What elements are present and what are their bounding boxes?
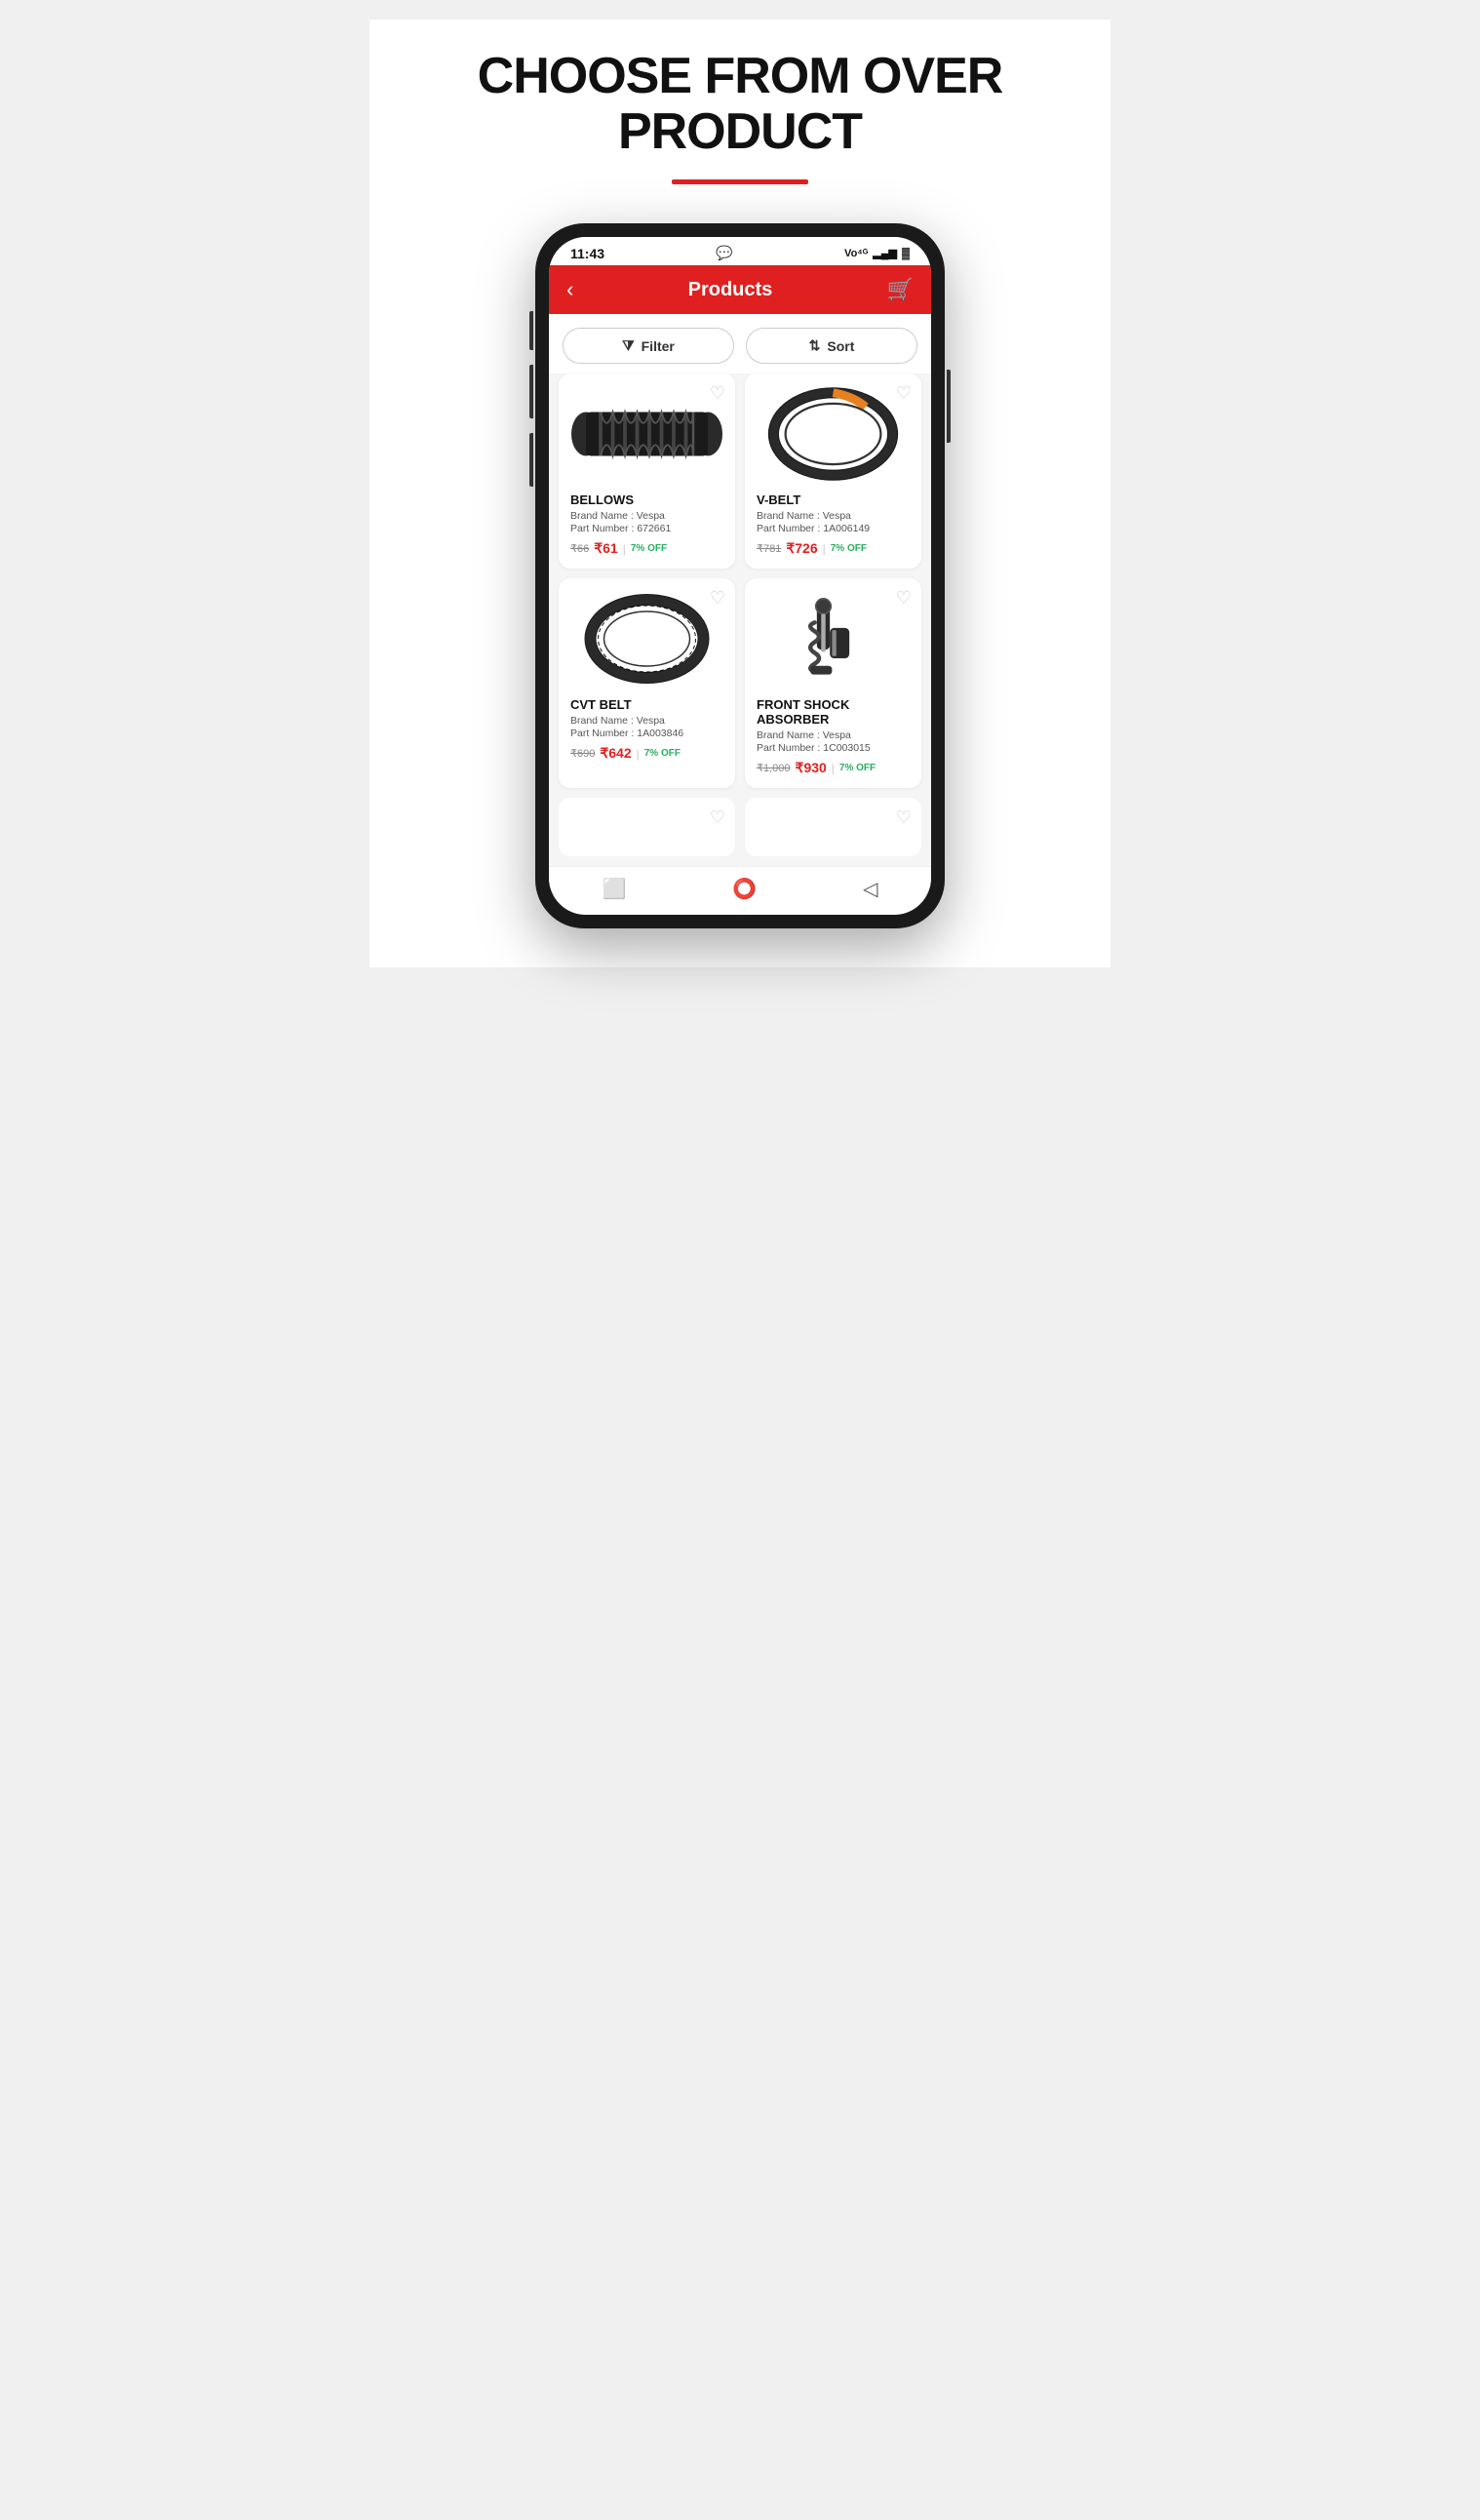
product-name-bellows: BELLOWS	[570, 492, 723, 507]
frontshock-svg	[757, 590, 910, 688]
product-brand-cvtbelt: Brand Name : Vespa	[570, 715, 723, 727]
battery-icon: ▓	[902, 248, 910, 259]
wishlist-icon-bellows[interactable]: ♡	[710, 383, 725, 404]
product-card-frontshock[interactable]: ♡	[745, 578, 921, 788]
phone-frame: 11:43 💬 Vo⁴ᴳ ▂▄▆ ▓ ‹ Products 🛒 ⧩ Filter	[535, 223, 945, 928]
product-name-vbelt: V-BELT	[757, 492, 910, 507]
sort-icon: ⇅	[809, 337, 821, 354]
price-discounted-frontshock: ₹930	[796, 760, 827, 776]
product-part-frontshock: Part Number : 1C003015	[757, 742, 910, 754]
product-brand-bellows: Brand Name : Vespa	[570, 510, 723, 522]
product-part-bellows: Part Number : 672661	[570, 523, 723, 534]
hero-title: CHOOSE FROM OVER PRODUCT	[389, 49, 1091, 160]
product-image-frontshock	[757, 590, 910, 688]
wishlist-icon-frontshock[interactable]: ♡	[896, 588, 912, 609]
price-original-frontshock: ₹1,000	[757, 762, 791, 774]
header-title: Products	[688, 279, 773, 301]
side-btn-power	[947, 370, 951, 443]
price-discounted-vbelt: ₹726	[786, 540, 817, 557]
side-btn-volume-up	[529, 311, 533, 350]
phone-screen: 11:43 💬 Vo⁴ᴳ ▂▄▆ ▓ ‹ Products 🛒 ⧩ Filter	[549, 237, 931, 915]
product-part-vbelt: Part Number : 1A006149	[757, 523, 910, 534]
hero-divider	[672, 179, 808, 184]
filter-button[interactable]: ⧩ Filter	[563, 328, 734, 364]
cart-icon[interactable]: 🛒	[887, 277, 914, 302]
product-pricing-bellows: ₹66 ₹61 | 7% OFF	[570, 540, 723, 557]
price-original-bellows: ₹66	[570, 542, 589, 555]
bellows-svg	[570, 385, 723, 483]
product-pricing-vbelt: ₹781 ₹726 | 7% OFF	[757, 540, 910, 557]
vbelt-svg	[757, 385, 910, 483]
product-card-vbelt[interactable]: ♡ V-BELT Brand Name : Vespa	[745, 374, 921, 569]
product-name-frontshock: FRONT SHOCK ABSORBER	[757, 697, 910, 727]
page-wrapper: CHOOSE FROM OVER PRODUCT 11:43 💬 Vo⁴ᴳ ▂▄…	[370, 20, 1110, 967]
filter-label: Filter	[642, 338, 675, 354]
price-discounted-cvtbelt: ₹642	[600, 745, 631, 762]
product-part-cvtbelt: Part Number : 1A003846	[570, 728, 723, 739]
product-pricing-cvtbelt: ₹690 ₹642 | 7% OFF	[570, 745, 723, 762]
cvtbelt-svg	[570, 590, 723, 688]
discount-badge-vbelt: 7% OFF	[831, 543, 867, 554]
price-discounted-bellows: ₹61	[594, 540, 617, 557]
products-grid: ♡	[549, 374, 931, 866]
network-icon: Vo⁴ᴳ	[844, 248, 868, 259]
status-bar: 11:43 💬 Vo⁴ᴳ ▂▄▆ ▓	[549, 237, 931, 265]
product-pricing-frontshock: ₹1,000 ₹930 | 7% OFF	[757, 760, 910, 776]
signal-icon: ▂▄▆	[873, 247, 897, 259]
discount-badge-cvtbelt: 7% OFF	[644, 748, 681, 759]
product-card-bellows[interactable]: ♡	[559, 374, 735, 569]
status-time: 11:43	[570, 246, 604, 261]
app-header: ‹ Products 🛒	[549, 265, 931, 314]
filter-icon: ⧩	[622, 337, 635, 354]
nav-square-button[interactable]: ⬜	[602, 877, 626, 901]
filter-sort-bar: ⧩ Filter ⇅ Sort	[549, 314, 931, 374]
side-btn-volume-down2	[529, 433, 533, 487]
discount-badge-frontshock: 7% OFF	[839, 763, 876, 773]
whatsapp-icon: 💬	[716, 245, 732, 261]
sort-label: Sort	[827, 338, 854, 354]
wishlist-icon-partial2[interactable]: ♡	[896, 807, 912, 828]
discount-badge-bellows: 7% OFF	[631, 543, 667, 554]
product-image-cvtbelt	[570, 590, 723, 688]
sort-button[interactable]: ⇅ Sort	[746, 328, 917, 364]
price-original-cvtbelt: ₹690	[570, 747, 595, 760]
product-card-partial-1: ♡	[559, 798, 735, 856]
product-name-cvtbelt: CVT BELT	[570, 697, 723, 712]
product-card-cvtbelt[interactable]: ♡ CVT BELT Brand Name : Vespa Pa	[559, 578, 735, 788]
nav-home-button[interactable]: ⭕	[732, 877, 757, 901]
product-brand-vbelt: Brand Name : Vespa	[757, 510, 910, 522]
product-image-bellows	[570, 385, 723, 483]
price-original-vbelt: ₹781	[757, 542, 781, 555]
back-button[interactable]: ‹	[566, 277, 573, 302]
side-btn-volume-down	[529, 365, 533, 418]
product-card-partial-2: ♡	[745, 798, 921, 856]
wishlist-icon-cvtbelt[interactable]: ♡	[710, 588, 725, 609]
status-icons: Vo⁴ᴳ ▂▄▆ ▓	[844, 247, 910, 259]
product-image-vbelt	[757, 385, 910, 483]
bottom-nav: ⬜ ⭕ ◁	[549, 866, 931, 915]
wishlist-icon-vbelt[interactable]: ♡	[896, 383, 912, 404]
wishlist-icon-partial1[interactable]: ♡	[710, 807, 725, 828]
product-brand-frontshock: Brand Name : Vespa	[757, 729, 910, 741]
nav-back-button[interactable]: ◁	[863, 877, 877, 901]
